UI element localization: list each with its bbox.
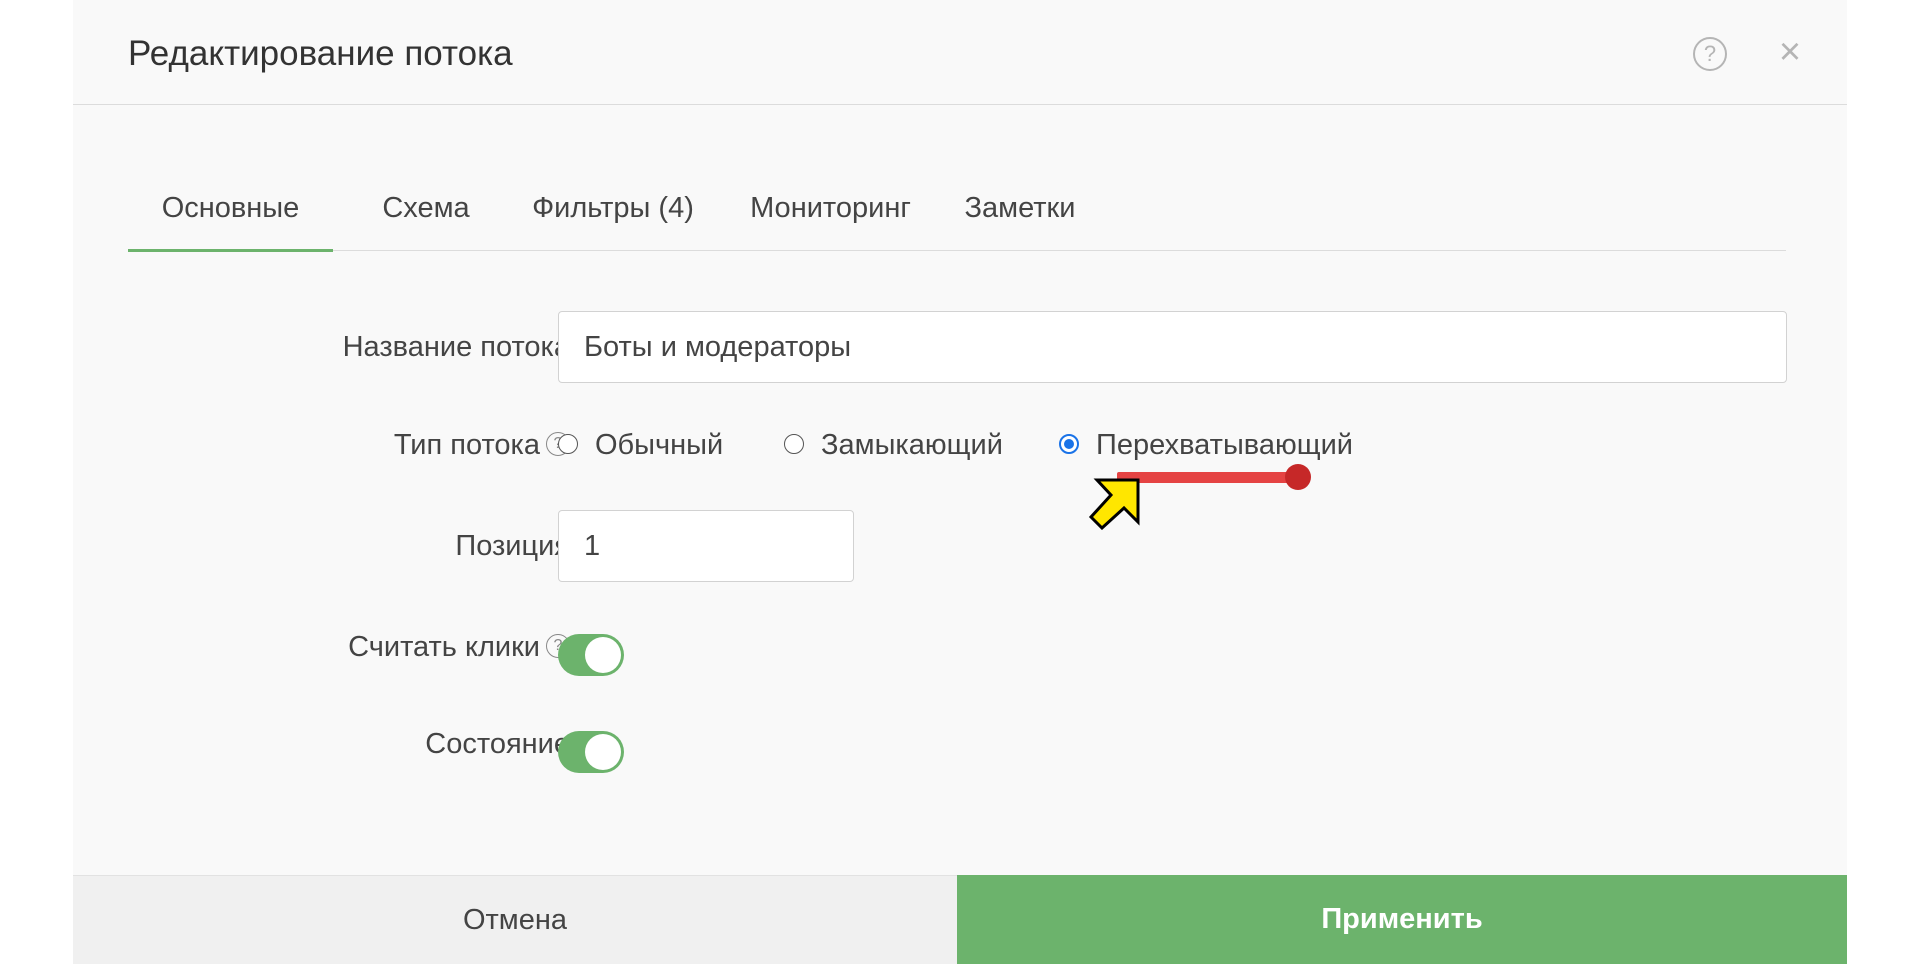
annotation-underline xyxy=(1117,472,1297,483)
dialog-title: Редактирование потока xyxy=(128,34,513,73)
tab-notes[interactable]: Заметки xyxy=(951,180,1089,250)
radio-closing-label: Замыкающий xyxy=(821,429,1003,461)
tab-filters[interactable]: Фильтры (4) xyxy=(518,180,708,250)
flow-type-label: Тип потока? xyxy=(394,425,570,465)
mouse-cursor-icon xyxy=(1088,478,1140,530)
count-clicks-toggle-knob xyxy=(585,637,621,673)
edit-flow-dialog: Редактирование потока ? × Основные Схема… xyxy=(73,0,1847,964)
flow-name-input[interactable] xyxy=(558,311,1787,383)
radio-closing-circle[interactable] xyxy=(784,434,804,454)
help-icon[interactable]: ? xyxy=(1693,37,1727,71)
count-clicks-label-text: Считать клики xyxy=(348,631,540,663)
position-label: Позиция xyxy=(455,530,570,562)
radio-intercepting-circle[interactable] xyxy=(1059,434,1079,454)
annotation-dot xyxy=(1285,464,1311,490)
tab-main[interactable]: Основные xyxy=(128,180,333,252)
tab-monitoring[interactable]: Мониторинг xyxy=(733,180,928,250)
flow-name-label: Название потока xyxy=(342,331,570,363)
flow-type-radio-group: Обычный Замыкающий Перехватывающий xyxy=(558,425,1478,465)
position-input[interactable] xyxy=(558,510,854,582)
apply-button[interactable]: Применить xyxy=(957,875,1847,964)
radio-regular-circle[interactable] xyxy=(558,434,578,454)
tab-scheme[interactable]: Схема xyxy=(358,180,494,250)
count-clicks-toggle[interactable] xyxy=(558,634,624,676)
radio-regular-label: Обычный xyxy=(595,429,724,461)
count-clicks-label: Считать клики? xyxy=(348,627,570,667)
state-toggle[interactable] xyxy=(558,731,624,773)
state-label: Состояние xyxy=(425,728,570,760)
close-icon[interactable]: × xyxy=(1773,32,1807,72)
tab-bar: Основные Схема Фильтры (4) Мониторинг За… xyxy=(128,180,1786,252)
flow-type-label-text: Тип потока xyxy=(393,429,540,461)
dialog-header: Редактирование потока ? × xyxy=(73,0,1847,105)
cancel-button[interactable]: Отмена xyxy=(73,875,957,964)
state-toggle-knob xyxy=(585,734,621,770)
radio-intercepting-label: Перехватывающий xyxy=(1096,429,1354,461)
